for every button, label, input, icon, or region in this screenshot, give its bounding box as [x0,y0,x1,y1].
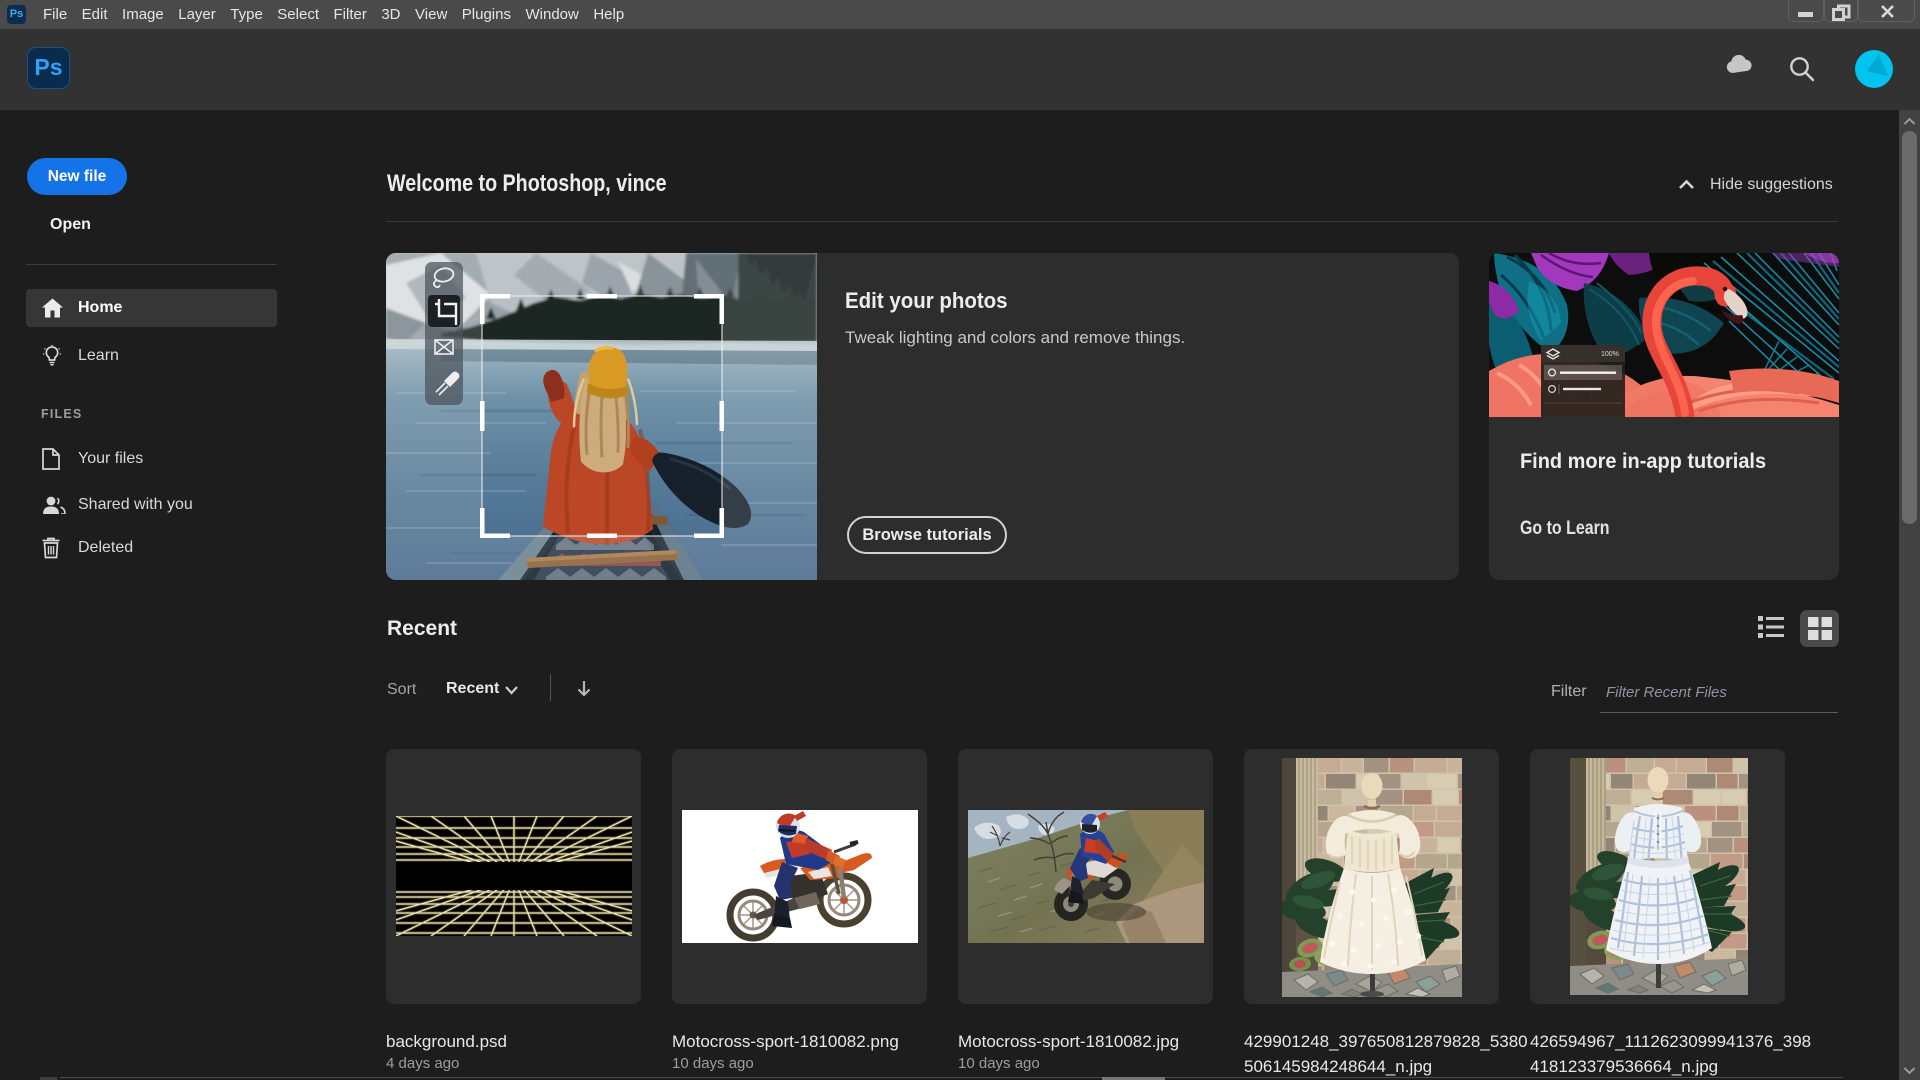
svg-text:100%: 100% [1601,351,1619,358]
